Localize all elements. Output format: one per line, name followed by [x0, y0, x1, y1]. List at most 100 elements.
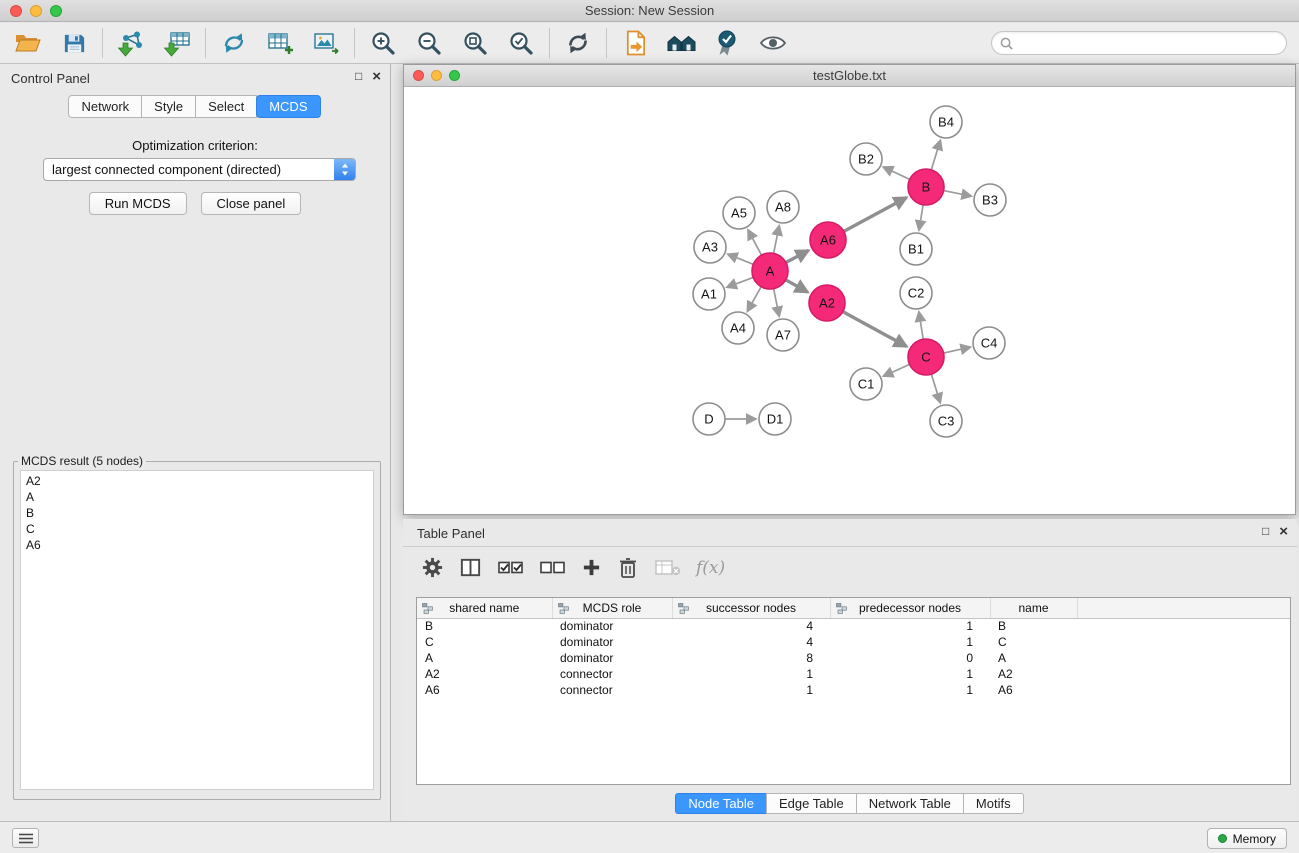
graph-node-C[interactable]: C [908, 339, 944, 375]
graph-edge[interactable] [919, 205, 923, 230]
mcds-result-item[interactable]: A6 [21, 537, 373, 553]
graph-edge[interactable] [944, 347, 971, 353]
graph-node-B[interactable]: B [908, 169, 944, 205]
graph-edge[interactable] [774, 289, 780, 317]
close-icon[interactable]: × [372, 69, 381, 84]
minimize-view-icon[interactable] [431, 70, 442, 81]
column-header-predecessor-nodes[interactable]: predecessor nodes [830, 598, 990, 618]
add-column-button[interactable] [581, 552, 602, 584]
table-cell[interactable]: B [417, 618, 552, 634]
table-cell[interactable]: A2 [990, 666, 1077, 682]
table-cell[interactable]: A6 [990, 682, 1077, 698]
delete-column-button[interactable] [617, 552, 639, 584]
graph-edge[interactable] [774, 226, 780, 254]
table-cell[interactable]: 1 [830, 666, 990, 682]
column-header-mcds-role[interactable]: MCDS role [552, 598, 672, 618]
mcds-result-item[interactable]: A [21, 489, 373, 505]
table-settings-button[interactable] [421, 552, 444, 584]
mcds-result-item[interactable]: B [21, 505, 373, 521]
table-row[interactable]: Cdominator41C [417, 634, 1290, 650]
graph-node-A7[interactable]: A7 [767, 319, 799, 351]
memory-button[interactable]: Memory [1207, 828, 1287, 849]
graph-edge[interactable] [919, 312, 923, 339]
graph-node-B1[interactable]: B1 [900, 233, 932, 265]
new-table-button[interactable] [262, 26, 298, 60]
graph-edge[interactable] [843, 312, 907, 347]
node-table-container[interactable]: shared name MCDS role succ [416, 597, 1291, 785]
graph-edge[interactable] [786, 250, 809, 262]
graph-edge[interactable] [786, 280, 808, 292]
table-cell[interactable]: 8 [672, 650, 830, 666]
table-cell[interactable]: 1 [830, 618, 990, 634]
table-cell[interactable]: 0 [830, 650, 990, 666]
tab-network-table[interactable]: Network Table [856, 793, 964, 814]
table-cell[interactable]: connector [552, 682, 672, 698]
select-all-button[interactable] [497, 552, 524, 584]
open-session-button[interactable] [10, 26, 46, 60]
table-cell[interactable]: 1 [672, 682, 830, 698]
graph-node-C2[interactable]: C2 [900, 277, 932, 309]
badge-button[interactable] [709, 26, 745, 60]
graph-edge[interactable] [727, 277, 753, 287]
graph-edge[interactable] [728, 254, 754, 264]
table-cell[interactable]: C [990, 634, 1077, 650]
graph-node-C4[interactable]: C4 [973, 327, 1005, 359]
export-image-button[interactable] [308, 26, 344, 60]
tab-node-table[interactable]: Node Table [675, 793, 767, 814]
tab-motifs[interactable]: Motifs [963, 793, 1024, 814]
graph-node-A8[interactable]: A8 [767, 191, 799, 223]
mcds-result-item[interactable]: A2 [21, 473, 373, 489]
graph-edge[interactable] [883, 167, 910, 179]
tab-style[interactable]: Style [141, 95, 196, 118]
graph-edge[interactable] [931, 140, 940, 170]
graph-node-A6[interactable]: A6 [810, 222, 846, 258]
table-row[interactable]: A6connector11A6 [417, 682, 1290, 698]
network-window-titlebar[interactable]: testGlobe.txt [404, 65, 1295, 87]
import-table-button[interactable] [159, 26, 195, 60]
table-cell[interactable]: 4 [672, 618, 830, 634]
table-cell[interactable]: A2 [417, 666, 552, 682]
graph-node-D1[interactable]: D1 [759, 403, 791, 435]
houses-button[interactable] [663, 26, 699, 60]
zoom-window-icon[interactable] [50, 5, 62, 17]
table-cell[interactable]: dominator [552, 618, 672, 634]
task-history-button[interactable] [12, 828, 39, 848]
document-arrow-button[interactable] [617, 26, 653, 60]
close-window-icon[interactable] [10, 5, 22, 17]
graph-edge[interactable] [747, 287, 761, 312]
table-row[interactable]: A2connector11A2 [417, 666, 1290, 682]
network-graph[interactable]: AA6A2BCA5A8A3A1A4A7B4B2B3B1C2C4C1C3DD1 [404, 88, 1295, 514]
import-network-button[interactable] [113, 26, 149, 60]
unselect-all-button[interactable] [539, 552, 566, 584]
show-columns-button[interactable] [459, 552, 482, 584]
table-cell[interactable]: 1 [672, 666, 830, 682]
tab-select[interactable]: Select [195, 95, 257, 118]
float-icon[interactable]: □ [355, 69, 362, 84]
table-cell[interactable]: 4 [672, 634, 830, 650]
column-header-successor-nodes[interactable]: successor nodes [672, 598, 830, 618]
criterion-dropdown[interactable]: largest connected component (directed) [43, 158, 356, 181]
tab-edge-table[interactable]: Edge Table [766, 793, 857, 814]
graph-node-D[interactable]: D [693, 403, 725, 435]
table-cell[interactable]: A6 [417, 682, 552, 698]
graph-edge[interactable] [883, 364, 909, 376]
graph-node-B2[interactable]: B2 [850, 143, 882, 175]
function-builder-button[interactable]: f(x) [696, 552, 725, 584]
mcds-result-item[interactable]: C [21, 521, 373, 537]
table-cell[interactable]: 1 [830, 634, 990, 650]
table-cell[interactable]: A [417, 650, 552, 666]
zoom-in-button[interactable] [365, 26, 401, 60]
graph-node-A5[interactable]: A5 [723, 197, 755, 229]
network-canvas[interactable]: AA6A2BCA5A8A3A1A4A7B4B2B3B1C2C4C1C3DD1 [404, 88, 1295, 514]
table-cell[interactable]: dominator [552, 634, 672, 650]
refresh-button[interactable] [560, 26, 596, 60]
graph-edge[interactable] [944, 191, 972, 197]
column-header-shared-name[interactable]: shared name [417, 598, 552, 618]
table-cell[interactable]: A [990, 650, 1077, 666]
zoom-view-icon[interactable] [449, 70, 460, 81]
table-cell[interactable]: B [990, 618, 1077, 634]
graph-node-A2[interactable]: A2 [809, 285, 845, 321]
graph-edge[interactable] [748, 230, 762, 255]
close-icon[interactable]: × [1279, 524, 1288, 539]
graph-node-B3[interactable]: B3 [974, 184, 1006, 216]
